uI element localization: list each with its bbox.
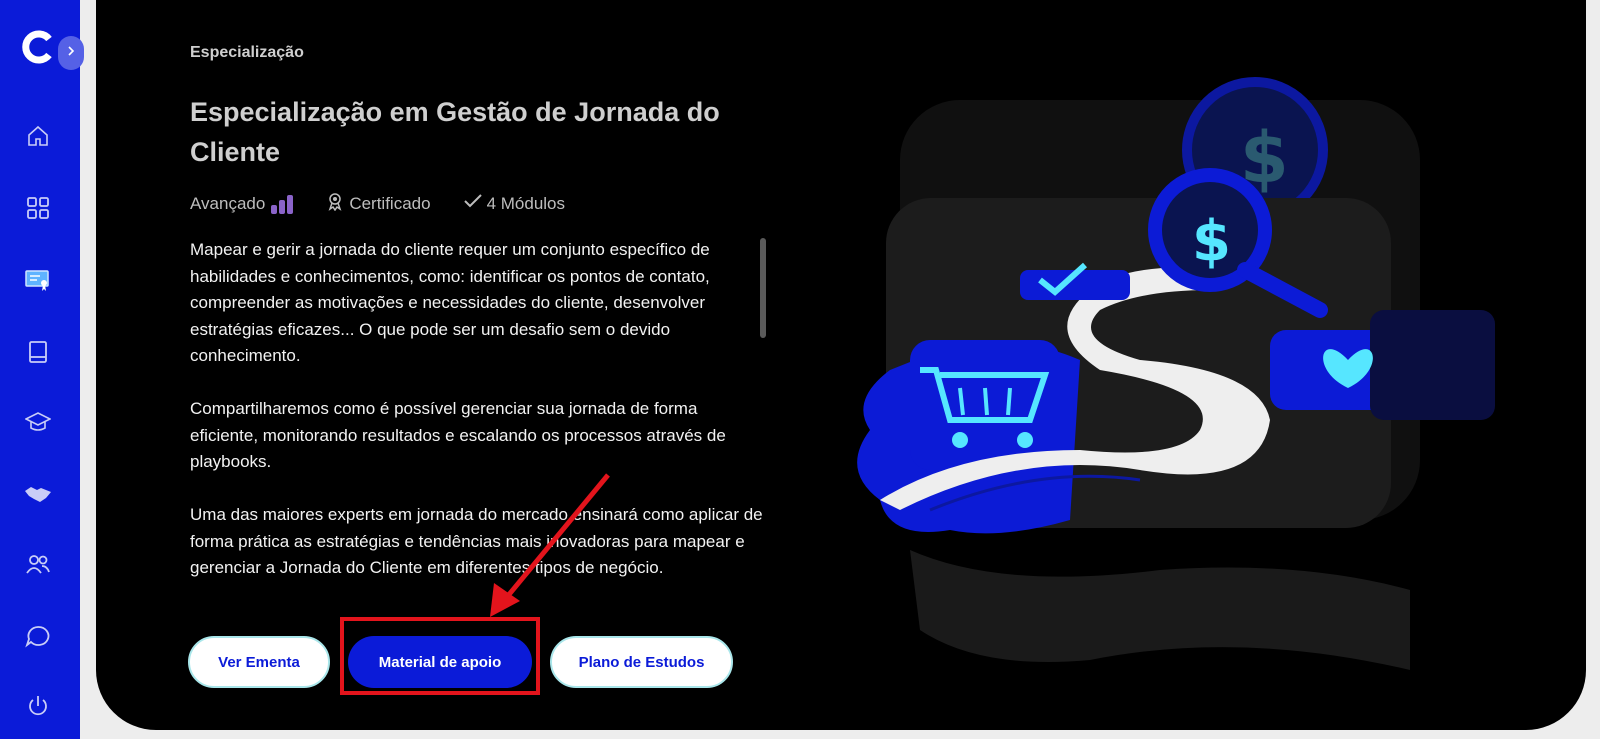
dashboard-icon <box>26 196 50 225</box>
sidebar-item-courses[interactable] <box>24 410 52 438</box>
customer-journey-illustration: $ $ <box>857 77 1495 670</box>
description-scrollbar[interactable] <box>760 238 766 338</box>
sidebar-item-chat[interactable] <box>24 624 52 652</box>
description-paragraph: Compartilharemos como é possível gerenci… <box>190 399 726 471</box>
book-icon <box>27 340 49 369</box>
sidebar-item-partners[interactable] <box>24 482 52 510</box>
sidebar-item-home[interactable] <box>24 124 52 152</box>
course-level-label: Avançado <box>190 193 266 213</box>
description-paragraph: Uma das maiores experts em jornada do me… <box>190 505 763 577</box>
home-icon <box>26 124 50 153</box>
sidebar-item-certificates[interactable] <box>24 268 52 296</box>
level-bars-icon <box>271 194 294 214</box>
check-icon <box>463 191 483 216</box>
course-modules: 4 Módulos <box>463 191 565 216</box>
chat-icon <box>25 624 51 653</box>
sidebar <box>0 0 84 739</box>
users-icon <box>25 553 51 580</box>
handshake-icon <box>24 484 52 509</box>
course-meta: Avançado Certificado 4 Módulos <box>190 191 597 216</box>
course-category: Especialização <box>190 44 304 61</box>
annotation-highlight-box <box>340 617 540 695</box>
course-level: Avançado <box>190 193 294 214</box>
chevron-right-icon <box>65 44 77 62</box>
course-certificate-label: Certificado <box>349 193 431 213</box>
svg-text:$: $ <box>1192 209 1231 274</box>
sidebar-toggle-button[interactable] <box>58 36 84 70</box>
sidebar-item-dashboard[interactable] <box>24 196 52 224</box>
graduation-cap-icon <box>24 411 52 438</box>
ver-ementa-button[interactable]: Ver Ementa <box>188 636 330 688</box>
sidebar-item-community[interactable] <box>24 552 52 580</box>
description-paragraph: Mapear e gerir a jornada do cliente requ… <box>190 240 710 365</box>
sidebar-item-logout[interactable] <box>24 694 52 722</box>
sidebar-item-library[interactable] <box>24 340 52 368</box>
course-certificate: Certificado <box>325 191 431 216</box>
award-icon <box>325 191 345 216</box>
course-modules-label: 4 Módulos <box>486 193 566 213</box>
brand-c-logo[interactable] <box>22 30 56 64</box>
annotation-arrow <box>490 473 610 617</box>
plano-de-estudos-button[interactable]: Plano de Estudos <box>550 636 733 688</box>
course-description: Mapear e gerir a jornada do cliente requ… <box>190 237 765 608</box>
power-icon <box>26 694 50 723</box>
certificate-icon <box>25 267 51 298</box>
course-title: Especialização em Gestão de Jornada do C… <box>190 97 720 167</box>
